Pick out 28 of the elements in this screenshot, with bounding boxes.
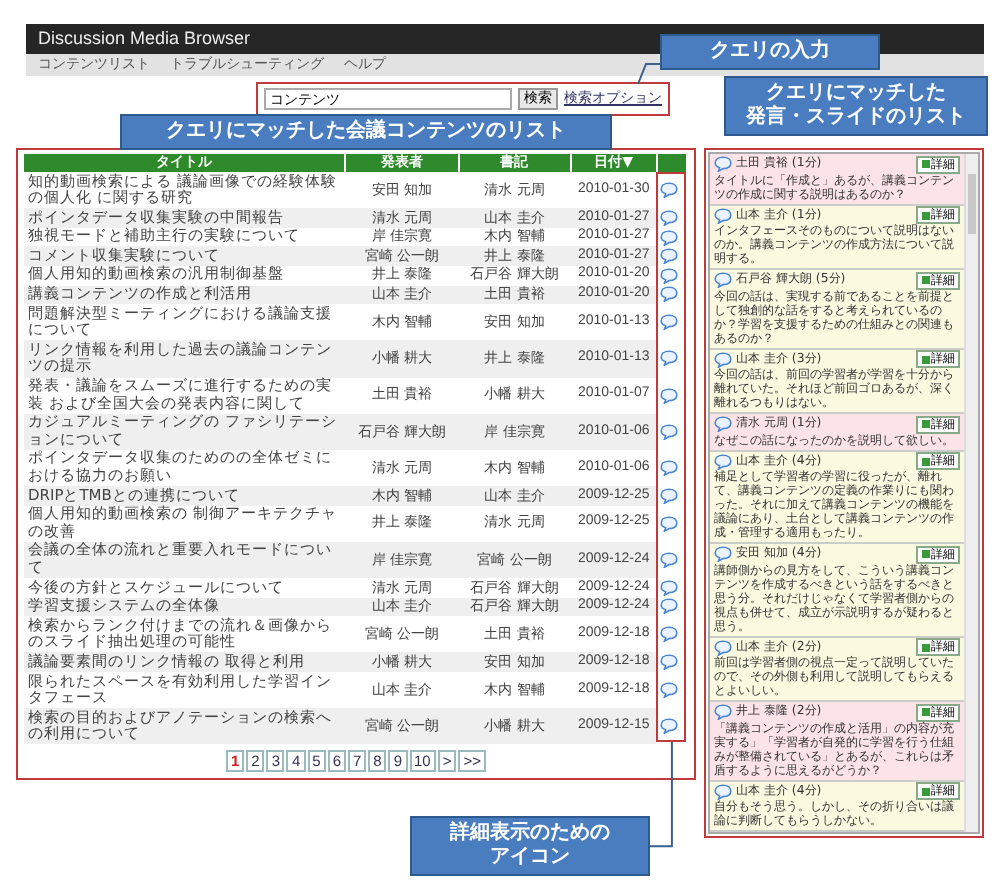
speech-bubble-icon — [714, 453, 732, 469]
speech-bubble-icon — [714, 351, 732, 367]
speech-bubble-icon — [714, 704, 732, 720]
square-icon — [921, 160, 929, 168]
callout-text: 発言・スライドのリスト — [743, 106, 968, 130]
square-icon — [921, 457, 929, 465]
speech-bubble-icon — [714, 546, 732, 562]
speech-bubble-icon — [714, 156, 732, 172]
square-icon — [921, 355, 929, 363]
square-icon — [921, 550, 929, 558]
square-icon — [921, 211, 929, 219]
scrollbar[interactable] — [964, 154, 978, 832]
callout-text: 詳細表示のための — [447, 822, 612, 846]
square-icon — [921, 420, 929, 428]
square-icon — [921, 708, 929, 716]
speech-bubble-icon — [714, 416, 732, 432]
square-icon — [921, 276, 929, 284]
callout-text: クエリにマッチした — [764, 82, 948, 104]
square-icon — [921, 787, 929, 795]
callout-text: アイコン — [488, 846, 572, 870]
speech-bubble-icon — [714, 783, 732, 799]
speech-bubble-icon — [714, 272, 732, 288]
callout-text: クエリにマッチした会議コンテンツのリスト — [164, 120, 568, 144]
square-icon — [921, 643, 929, 651]
callout-text: クエリの入力 — [708, 40, 832, 64]
app-title: Discussion Media Browser — [38, 28, 251, 50]
speech-bubble-icon — [714, 639, 732, 655]
speech-bubble-icon — [714, 207, 732, 223]
